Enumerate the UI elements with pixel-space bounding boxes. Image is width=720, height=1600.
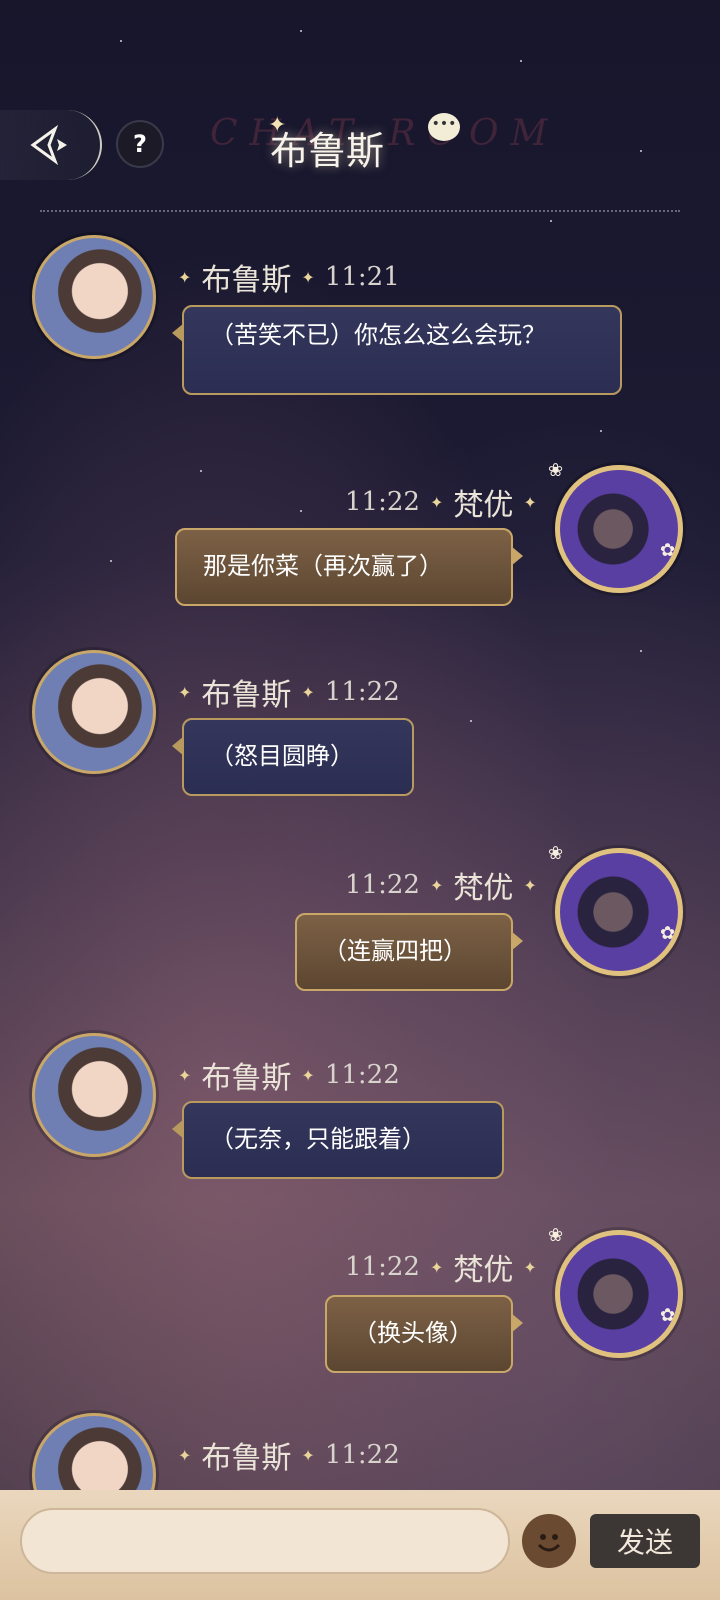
sender-name: 梵优 [453, 1253, 514, 1288]
sender-line: ✦ 布鲁斯 ✦ 11:21 [178, 255, 400, 299]
sender-line: ✦ 布鲁斯 ✦ 11:22 [178, 670, 400, 714]
sender-line: ✦ 布鲁斯 ✦ 11:22 [178, 1433, 400, 1477]
flower-icon: ✿ [660, 923, 676, 944]
diamond-icon: ✦ [523, 492, 537, 512]
message-bubble[interactable]: （换头像） [325, 1295, 523, 1373]
diamond-icon: ✦ [301, 1445, 315, 1465]
avatar-fanyou[interactable] [555, 848, 683, 976]
diamond-icon: ✦ [429, 492, 444, 512]
sender-name: 布鲁斯 [201, 1061, 292, 1096]
back-arrow-icon [30, 125, 67, 165]
emoji-button[interactable] [522, 1514, 576, 1568]
flower-icon: ✿ [660, 1305, 676, 1326]
chat-title: 布鲁斯 [270, 129, 385, 173]
message-bubble[interactable]: 那是你菜（再次赢了） [175, 528, 523, 606]
message-time: 11:22 [345, 1252, 420, 1282]
diamond-icon: ✦ [523, 875, 537, 895]
help-button[interactable]: ? [116, 120, 164, 168]
message-input[interactable] [20, 1508, 510, 1574]
message-text: （换头像） [353, 1319, 473, 1347]
sender-line: 11:22 ✦ 梵优 ✦ [345, 863, 537, 907]
flower-icon: ✿ [660, 540, 676, 561]
avatar-fanyou[interactable] [555, 1230, 683, 1358]
message-text: （苦笑不已）你怎么这么会玩？ [210, 321, 546, 349]
diamond-icon: ✦ [178, 267, 192, 287]
sender-line: ✦ 布鲁斯 ✦ 11:22 [178, 1053, 400, 1097]
message-time: 11:22 [345, 487, 420, 517]
butterfly-icon: ❀ [548, 1225, 564, 1246]
message-bubble[interactable]: （怒目圆睁） [172, 718, 414, 796]
diamond-icon: ✦ [178, 1445, 192, 1465]
message-bubble[interactable]: （连赢四把） [295, 913, 523, 991]
sender-name: 布鲁斯 [201, 263, 292, 298]
back-button[interactable] [0, 110, 102, 180]
help-icon: ? [133, 130, 147, 158]
chat-bubble-icon: ••• [428, 113, 460, 141]
message-bubble[interactable]: （苦笑不已）你怎么这么会玩？ [172, 305, 622, 395]
sender-name: 梵优 [453, 871, 514, 906]
diamond-icon: ✦ [301, 267, 315, 287]
avatar-bruce[interactable] [32, 650, 156, 774]
diamond-icon: ✦ [178, 1065, 192, 1085]
header-divider [40, 210, 680, 212]
sender-name: 梵优 [453, 488, 514, 523]
message-text: （无奈，只能跟着） [210, 1125, 426, 1153]
message-input-bar: 发送 [0, 1490, 720, 1600]
diamond-icon: ✦ [429, 1257, 444, 1277]
diamond-icon: ✦ [178, 682, 192, 702]
message-time: 11:21 [324, 262, 400, 292]
chat-room-watermark: CHAT ROOM [210, 113, 560, 154]
sender-name: 布鲁斯 [201, 1441, 292, 1476]
diamond-icon: ✦ [301, 1065, 315, 1085]
sender-line: 11:22 ✦ 梵优 ✦ [345, 480, 537, 524]
sender-line: 11:22 ✦ 梵优 ✦ [345, 1245, 537, 1289]
message-text: （连赢四把） [323, 937, 467, 965]
send-button[interactable]: 发送 [590, 1514, 700, 1568]
message-text: （怒目圆睁） [210, 742, 354, 770]
avatar-bruce[interactable] [32, 235, 156, 359]
smile-face-icon [537, 1534, 561, 1552]
message-time: 11:22 [345, 870, 420, 900]
diamond-icon: ✦ [429, 875, 444, 895]
message-time: 11:22 [324, 1440, 400, 1470]
chat-header: ? CHAT ROOM ✦ 布鲁斯 ••• [0, 95, 720, 205]
message-text: 那是你菜（再次赢了） [203, 552, 443, 580]
sender-name: 布鲁斯 [201, 678, 292, 713]
avatar-bruce[interactable] [32, 1033, 156, 1157]
message-time: 11:22 [324, 677, 400, 707]
message-bubble[interactable]: （无奈，只能跟着） [172, 1101, 504, 1179]
butterfly-icon: ❀ [548, 843, 564, 864]
diamond-icon: ✦ [301, 682, 315, 702]
diamond-icon: ✦ [523, 1257, 537, 1277]
message-time: 11:22 [324, 1060, 400, 1090]
butterfly-icon: ❀ [548, 460, 564, 481]
avatar-fanyou[interactable] [555, 465, 683, 593]
